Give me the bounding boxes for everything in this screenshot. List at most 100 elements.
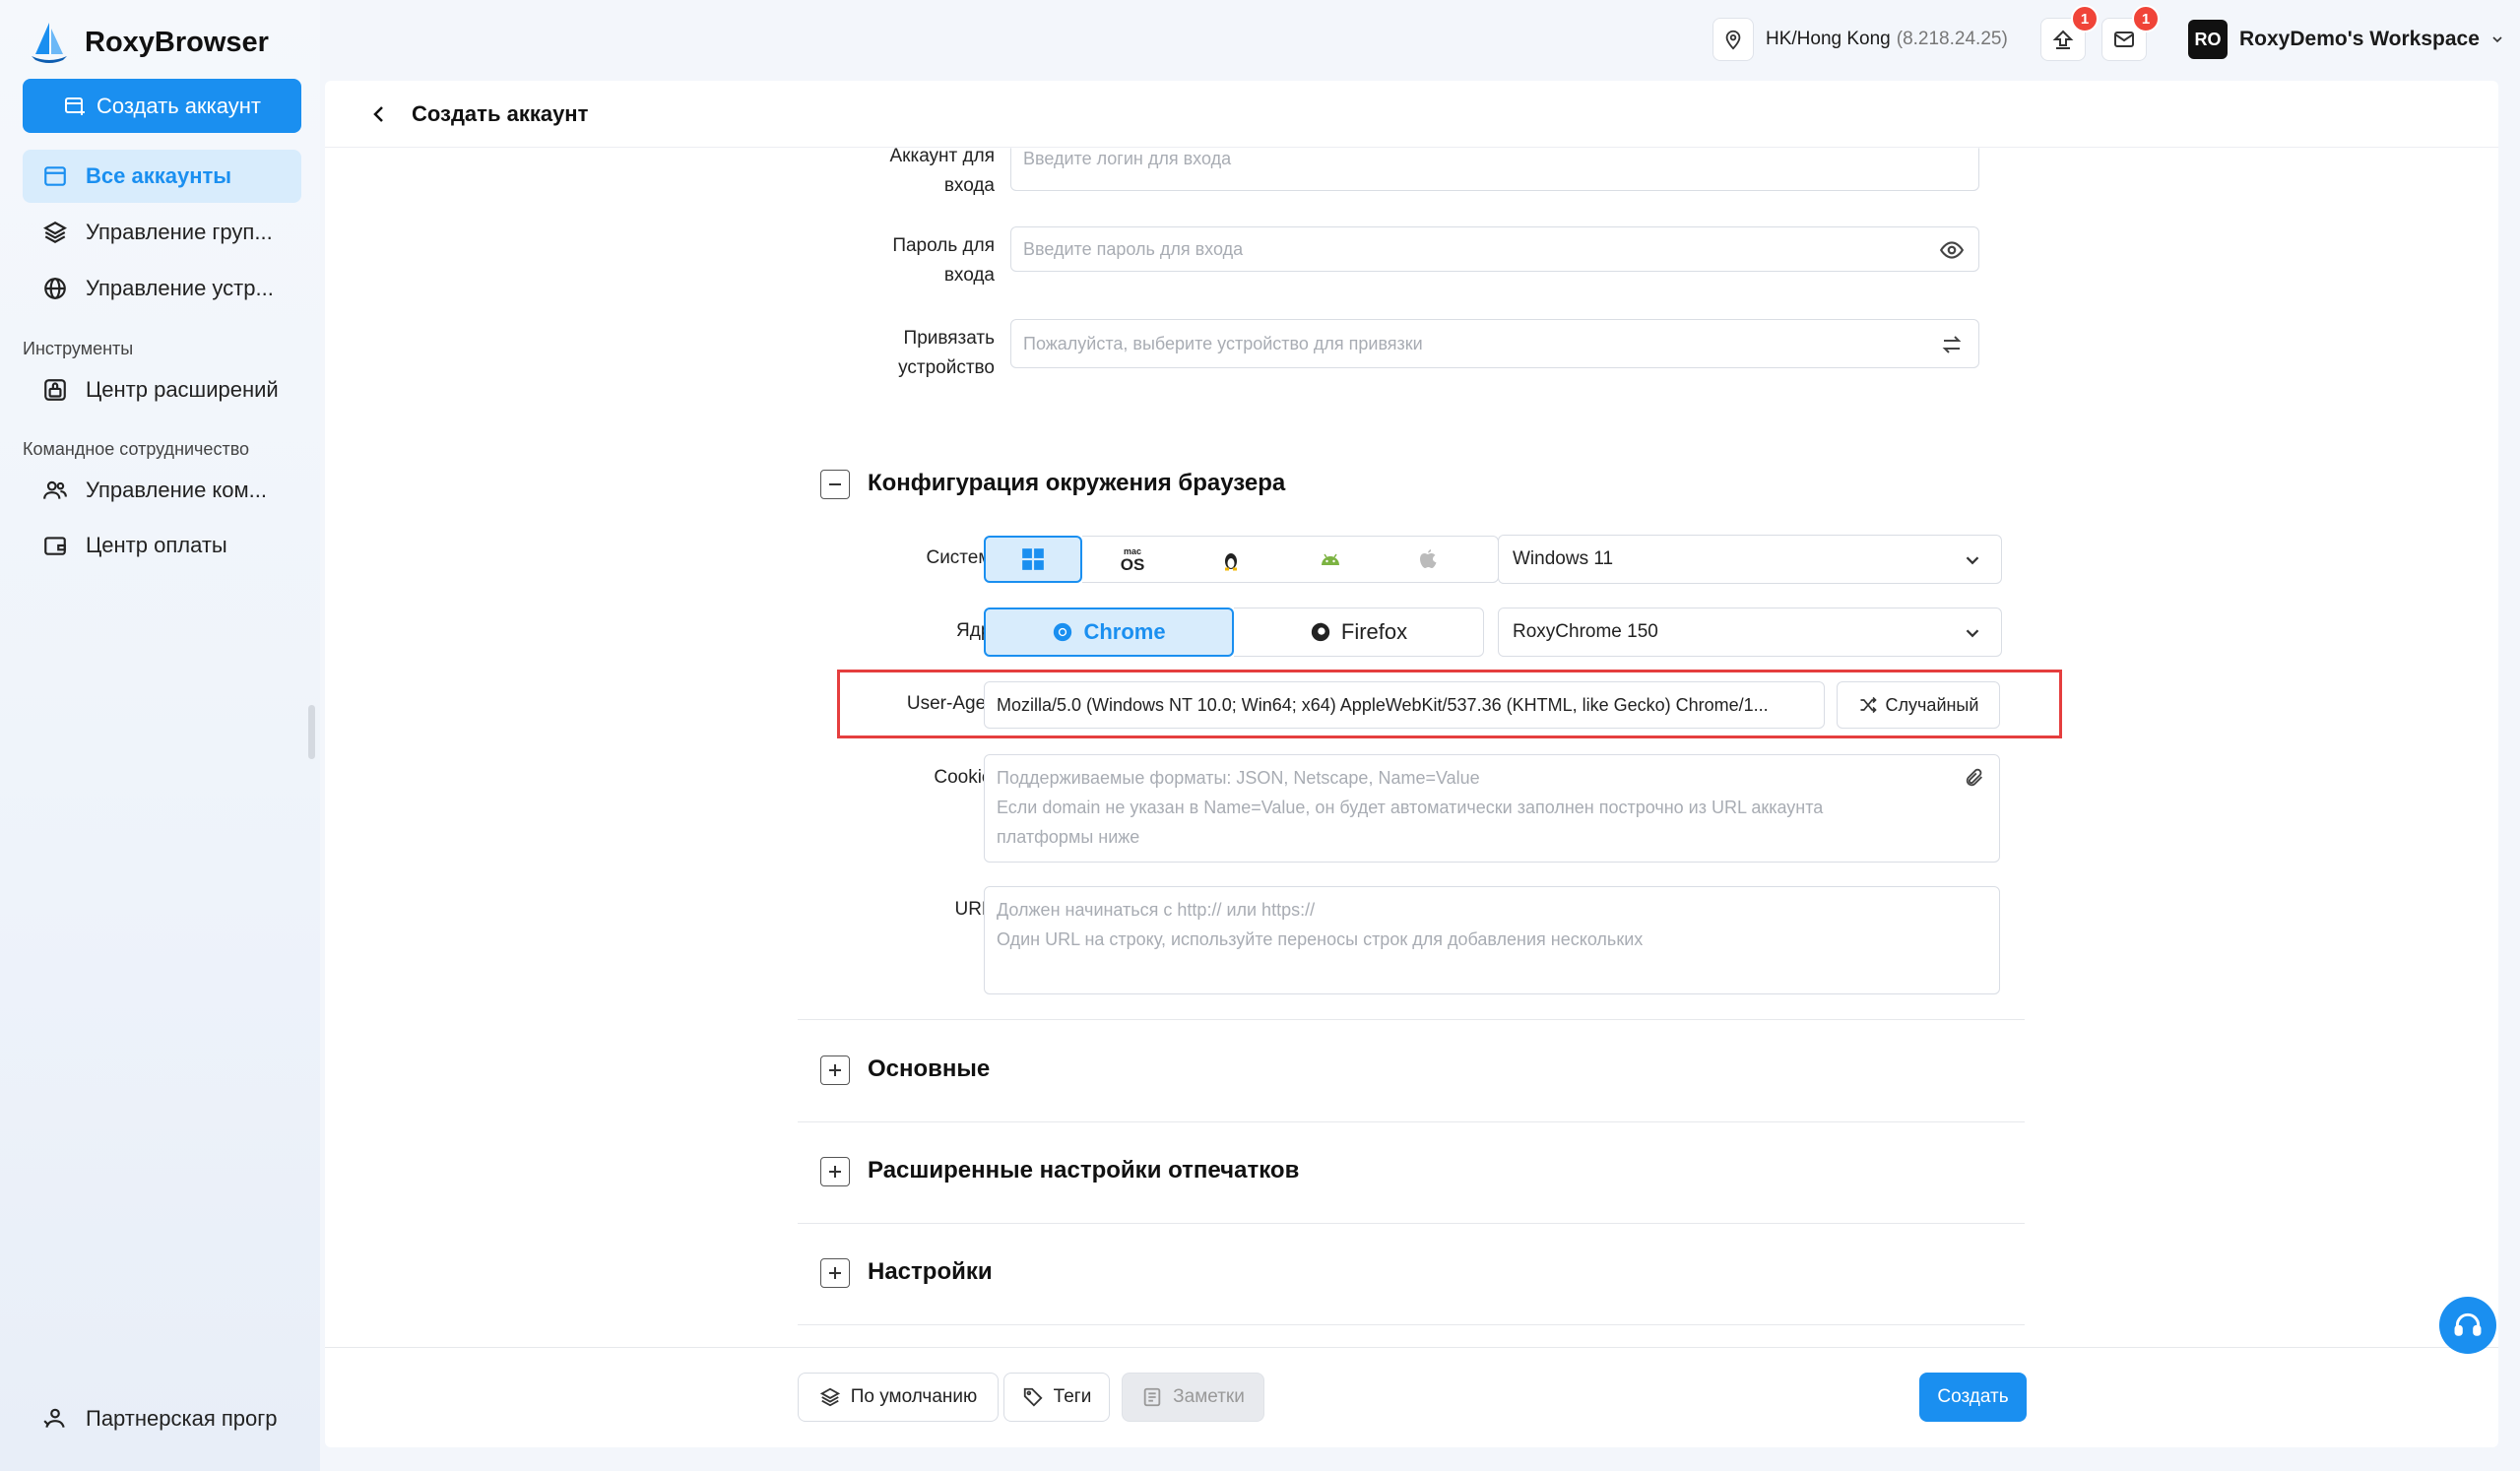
chevron-down-icon (1966, 629, 1979, 638)
mail-icon (2114, 32, 2134, 47)
sidebar: RoxyBrowser Создать аккаунт Все аккаунты… (0, 0, 320, 1471)
footer-divider (325, 1347, 2498, 1348)
os-windows-button[interactable] (984, 536, 1082, 583)
app-logo: RoxyBrowser (28, 18, 269, 67)
sidebar-item-devices[interactable]: Управление устр... (23, 262, 301, 315)
login-label-line1: Аккаунт для (889, 146, 995, 166)
macos-icon[interactable]: mac OS (1111, 544, 1154, 573)
apple-icon[interactable] (1417, 547, 1441, 571)
support-button[interactable] (2439, 1297, 2496, 1354)
device-label-line1: Привязать (903, 328, 995, 349)
cookies-placeholder-line3: платформы ниже (997, 827, 1140, 847)
location-pin-icon (1712, 18, 1754, 61)
sidebar-item-label: Управление груп... (86, 220, 273, 244)
sidebar-item-label: Все аккаунты (86, 163, 232, 188)
cookies-textarea[interactable]: Поддерживаемые форматы: JSON, Netscape, … (984, 754, 2000, 863)
extensions-icon (40, 375, 70, 405)
chevron-down-icon (1966, 556, 1979, 565)
plus-icon (829, 1166, 841, 1178)
urls-textarea[interactable]: Должен начинаться с http:// или https://… (984, 886, 2000, 994)
kernel-firefox-button[interactable]: Firefox (1234, 608, 1484, 657)
divider (798, 1121, 2025, 1122)
android-icon[interactable] (1319, 548, 1342, 572)
plus-icon (829, 1267, 841, 1279)
settings-expand-toggle[interactable] (820, 1258, 850, 1288)
device-label-line2: устройство (898, 357, 995, 378)
user-agent-value: Mozilla/5.0 (Windows NT 10.0; Win64; x64… (997, 694, 1769, 715)
default-button-label: По умолчанию (850, 1386, 978, 1407)
system-version-select[interactable]: Windows 11 (1498, 535, 2002, 584)
user-agent-random-button[interactable]: Случайный (1837, 681, 2000, 729)
sidebar-item-all-accounts[interactable]: Все аккаунты (23, 150, 301, 203)
sidebar-item-extensions[interactable]: Центр расширений (23, 363, 301, 416)
proxy-location[interactable]: HK/Hong Kong (8.218.24.25) (1712, 18, 2008, 61)
app-name: RoxyBrowser (85, 26, 269, 58)
mail-button[interactable]: 1 (2101, 5, 2160, 61)
sidebar-item-billing[interactable]: Центр оплаты (23, 519, 301, 572)
user-agent-input[interactable]: Mozilla/5.0 (Windows NT 10.0; Win64; x64… (984, 681, 1825, 729)
minus-icon (829, 483, 841, 485)
env-section-title: Конфигурация окружения браузера (868, 470, 1286, 496)
password-input[interactable]: Введите пароль для входа (1010, 226, 1979, 272)
shuffle-icon (1860, 696, 1877, 714)
sidebar-item-groups[interactable]: Управление груп... (23, 206, 301, 259)
login-input[interactable]: Введите логин для входа (1010, 148, 1979, 191)
page-title: Создать аккаунт (412, 100, 589, 126)
sidebar-scrollbar[interactable] (308, 705, 315, 759)
create-account-label: Создать аккаунт (97, 93, 261, 118)
kernel-version-select[interactable]: RoxyChrome 150 (1498, 608, 2002, 657)
kernel-version-value: RoxyChrome 150 (1513, 621, 1658, 642)
system-version-value: Windows 11 (1513, 548, 1614, 569)
sidebar-item-label: Управление устр... (86, 276, 274, 300)
sidebar-item-label: Центр расширений (86, 377, 279, 402)
default-button[interactable]: По умолчанию (798, 1373, 999, 1422)
login-label: Аккаунт для входа (857, 142, 995, 201)
kernel-chrome-button[interactable]: Chrome (984, 608, 1234, 657)
device-select[interactable]: Пожалуйста, выберите устройство для прив… (1010, 319, 1979, 368)
accounts-icon (40, 161, 70, 191)
linux-icon[interactable] (1219, 548, 1243, 572)
create-submit-button[interactable]: Создать (1919, 1373, 2027, 1422)
device-label: Привязать устройство (857, 324, 995, 383)
login-placeholder: Введите логин для входа (1023, 149, 1232, 168)
basic-section-title[interactable]: Основные (868, 1055, 990, 1083)
swap-icon (1939, 332, 1965, 357)
plus-icon (829, 1064, 841, 1076)
kernel-chrome-label: Chrome (1083, 619, 1166, 644)
mail-badge: 1 (2132, 5, 2160, 32)
workspace-switcher[interactable]: RO RoxyDemo's Workspace (2188, 18, 2505, 61)
upload-button[interactable]: 1 (2040, 5, 2099, 61)
system-label: Система (926, 547, 1002, 568)
kernel-firefox-label: Firefox (1340, 619, 1408, 644)
back-arrow-icon[interactable] (364, 99, 394, 129)
partner-icon (40, 1404, 70, 1434)
kernel-label: Ядро (956, 620, 1002, 641)
layers-icon (40, 218, 70, 247)
divider (798, 1019, 2025, 1020)
fingerprint-expand-toggle[interactable] (820, 1157, 850, 1186)
page-header: Создать аккаунт (325, 81, 2498, 148)
eye-icon[interactable] (1939, 237, 1965, 263)
urls-placeholder-line2: Один URL на строку, используйте переносы… (997, 929, 1644, 949)
cookies-label: Cookies (934, 767, 1002, 788)
chrome-icon (1054, 622, 1072, 642)
notes-button-label: Заметки (1173, 1386, 1245, 1407)
password-label-line2: входа (943, 265, 995, 286)
team-section-title: Командное сотрудничество (23, 439, 250, 459)
password-placeholder: Введите пароль для входа (1023, 238, 1244, 259)
create-account-button[interactable]: Создать аккаунт (23, 79, 301, 133)
cookies-placeholder-line2: Если domain не указан в Name=Value, он б… (997, 798, 1824, 817)
sidebar-item-team[interactable]: Управление ком... (23, 464, 301, 517)
upload-badge: 1 (2071, 5, 2099, 32)
upload-icon (2052, 30, 2074, 49)
env-collapse-toggle[interactable] (820, 470, 850, 499)
settings-section-title[interactable]: Настройки (868, 1258, 993, 1286)
device-placeholder: Пожалуйста, выберите устройство для прив… (1023, 333, 1423, 353)
basic-expand-toggle[interactable] (820, 1055, 850, 1085)
sidebar-item-partner[interactable]: Партнерская прогр (23, 1392, 301, 1445)
fingerprint-section-title[interactable]: Расширенные настройки отпечатков (868, 1157, 1299, 1184)
sidebar-item-label: Партнерская прогр (86, 1406, 278, 1431)
notes-button[interactable]: Заметки (1122, 1373, 1264, 1422)
tags-button[interactable]: Теги (1003, 1373, 1110, 1422)
attachment-icon[interactable] (1964, 767, 1985, 798)
